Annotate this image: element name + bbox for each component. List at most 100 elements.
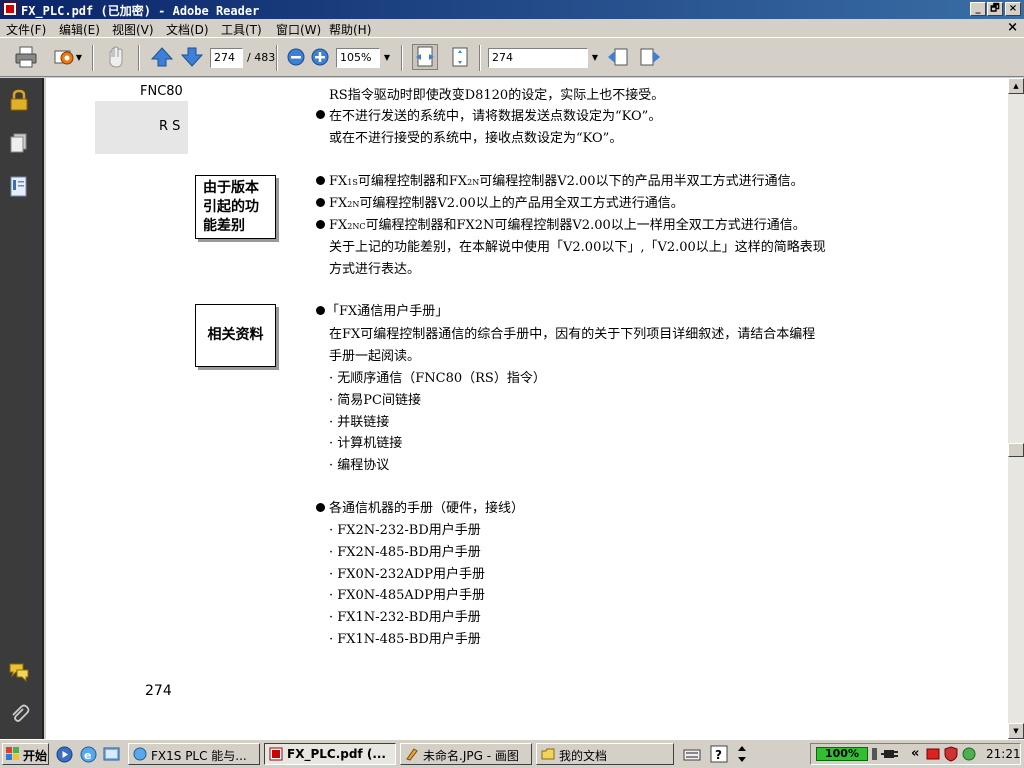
text-line: 手册一起阅读。	[329, 349, 421, 364]
close-document-button[interactable]: ×	[1007, 20, 1018, 35]
print-icon[interactable]	[14, 46, 38, 68]
vertical-scrollbar[interactable]: ▲ ▼	[1008, 78, 1024, 739]
pdf-icon	[269, 747, 283, 761]
text-line: 方式进行表达。	[329, 262, 421, 277]
list-item: · 简易PC间链接	[329, 393, 421, 408]
bullet-dot	[316, 306, 325, 315]
list-item: · 无顺序通信（FNC80（RS）指令）	[329, 371, 546, 386]
page-number: 274	[145, 683, 172, 699]
comments-icon[interactable]	[8, 661, 30, 683]
list-item: · FX0N-485ADP用户手册	[329, 588, 485, 603]
network-icon[interactable]	[961, 746, 977, 762]
menu-view[interactable]: 视图(V)	[112, 21, 154, 38]
fit-page-icon[interactable]	[448, 46, 472, 68]
folder-icon	[541, 748, 555, 760]
pages-icon[interactable]	[8, 132, 30, 154]
text-line: FX1S可编程控制器和FX2N可编程控制器V2.00以下的产品用半双工方式进行通…	[329, 174, 804, 189]
page-total-label: / 483	[247, 51, 276, 64]
fit-width-icon[interactable]	[412, 44, 438, 70]
antivirus-icon[interactable]	[925, 746, 941, 762]
list-item: · 计算机链接	[329, 436, 403, 451]
start-button[interactable]: 开始	[2, 743, 49, 765]
taskbar-item-browser[interactable]: FX1S PLC 能与...	[128, 743, 260, 765]
list-item: · FX2N-485-BD用户手册	[329, 545, 481, 560]
taskbar-item-my-documents[interactable]: 我的文档	[536, 743, 674, 765]
page-number-input[interactable]: 274	[210, 48, 243, 68]
shield-icon[interactable]	[943, 746, 959, 762]
list-item: · FX1N-485-BD用户手册	[329, 632, 481, 647]
minimize-button[interactable]: _	[970, 2, 986, 16]
text-line: 或在不进行接受的系统中，接收点数设定为“KO”。	[329, 131, 623, 146]
go-forward-icon[interactable]	[638, 46, 662, 68]
go-back-icon[interactable]	[606, 46, 630, 68]
zoom-dropdown-arrow[interactable]: ▼	[380, 48, 394, 68]
browser-icon	[133, 747, 147, 761]
related-materials-box: 相关资料	[195, 304, 276, 367]
battery-icon	[872, 748, 877, 760]
bullet-dot	[316, 220, 325, 229]
rs-label-box: R S	[95, 101, 188, 154]
close-button[interactable]: ×	[1005, 2, 1021, 16]
hand-tool-icon[interactable]	[104, 46, 128, 68]
taskbar: 开始 e FX1S PLC 能与... FX_PLC.pdf (... 未命名.…	[0, 739, 1024, 768]
help-icon[interactable]: ?	[710, 745, 728, 763]
text-line: FX2NC可编程控制器和FX2N可编程控制器V2.00以上一样用全双工方式进行通…	[329, 218, 806, 233]
media-player-icon[interactable]	[56, 746, 73, 763]
email-icon[interactable]	[52, 46, 76, 68]
show-desktop-icon[interactable]	[103, 746, 120, 763]
system-tray: 100% « 21:21	[810, 743, 1021, 765]
restore-button[interactable]: 🗗	[987, 2, 1003, 16]
menu-file[interactable]: 文件(F)	[6, 21, 46, 38]
menu-edit[interactable]: 编辑(E)	[59, 21, 100, 38]
fnc-label: FNC80	[140, 84, 183, 99]
zoom-level-input[interactable]: 105%	[336, 48, 380, 68]
tray-expand-button[interactable]: «	[911, 746, 919, 761]
document-page: FNC80 R S RS指令驱动时即使改变D8120的设定，实际上也不接受。 在…	[46, 78, 1008, 739]
email-dropdown-arrow[interactable]: ▼	[74, 48, 84, 68]
scroll-up-button[interactable]: ▲	[1008, 78, 1024, 94]
menu-help[interactable]: 帮助(H)	[329, 21, 371, 38]
keyboard-icon[interactable]	[683, 746, 701, 763]
taskbar-item-pdf[interactable]: FX_PLC.pdf (...	[264, 743, 396, 765]
pdf-app-icon	[3, 2, 17, 16]
list-item: · 并联链接	[329, 415, 390, 430]
svg-text:?: ?	[715, 748, 722, 762]
language-bar-icon[interactable]	[736, 745, 748, 763]
version-difference-box: 由于版本 引起的功 能差别	[195, 175, 276, 239]
text-line: 在FX可编程控制器通信的综合手册中，因有的关于下列项目详细叙述，请结合本编程	[329, 327, 816, 342]
battery-level-indicator[interactable]: 100%	[816, 747, 868, 761]
toolbar: ▼ 274 / 483 105% ▼ 274 ▼	[0, 39, 1024, 77]
taskbar-item-paint[interactable]: 未命名.JPG - 画图	[400, 743, 532, 765]
menu-bar: 文件(F) 编辑(E) 视图(V) 文档(D) 工具(T) 窗口(W) 帮助(H…	[0, 19, 1024, 38]
bookmarks-icon[interactable]	[8, 175, 30, 197]
browser-icon[interactable]: e	[80, 746, 97, 763]
list-item: · FX2N-232-BD用户手册	[329, 523, 481, 538]
paint-icon	[406, 748, 418, 761]
list-item: · FX0N-232ADP用户手册	[329, 567, 485, 582]
zoom-out-icon[interactable]	[284, 46, 308, 68]
menu-tools[interactable]: 工具(T)	[221, 21, 262, 38]
svg-text:e: e	[84, 749, 91, 762]
scroll-thumb[interactable]	[1008, 443, 1024, 457]
search-input[interactable]: 274	[488, 48, 588, 68]
title-bar: FX_PLC.pdf (已加密) - Adobe Reader _ 🗗 ×	[0, 0, 1024, 19]
scroll-down-button[interactable]: ▼	[1008, 723, 1024, 739]
lock-icon[interactable]	[8, 89, 30, 111]
list-item: · 编程协议	[329, 458, 390, 473]
previous-page-icon[interactable]	[150, 46, 174, 68]
bullet-dot	[316, 110, 325, 119]
menu-document[interactable]: 文档(D)	[166, 21, 209, 38]
bullet-dot	[316, 176, 325, 185]
list-item: · FX1N-232-BD用户手册	[329, 610, 481, 625]
windows-logo-icon	[6, 747, 19, 760]
text-line: 关于上记的功能差别，在本解说中使用「V2.00以下」,「V2.00以上」这样的简…	[329, 240, 826, 255]
attachments-icon[interactable]	[8, 703, 30, 725]
menu-window[interactable]: 窗口(W)	[276, 21, 321, 38]
next-page-icon[interactable]	[180, 46, 204, 68]
search-dropdown-arrow[interactable]: ▼	[588, 48, 602, 68]
text-line: RS指令驱动时即使改变D8120的设定，实际上也不接受。	[329, 88, 665, 103]
zoom-in-icon[interactable]	[308, 46, 332, 68]
text-line: 在不进行发送的系统中，请将数据发送点数设定为“KO”。	[329, 109, 662, 124]
power-plug-icon[interactable]	[881, 746, 899, 762]
rs-label: R S	[159, 119, 181, 134]
